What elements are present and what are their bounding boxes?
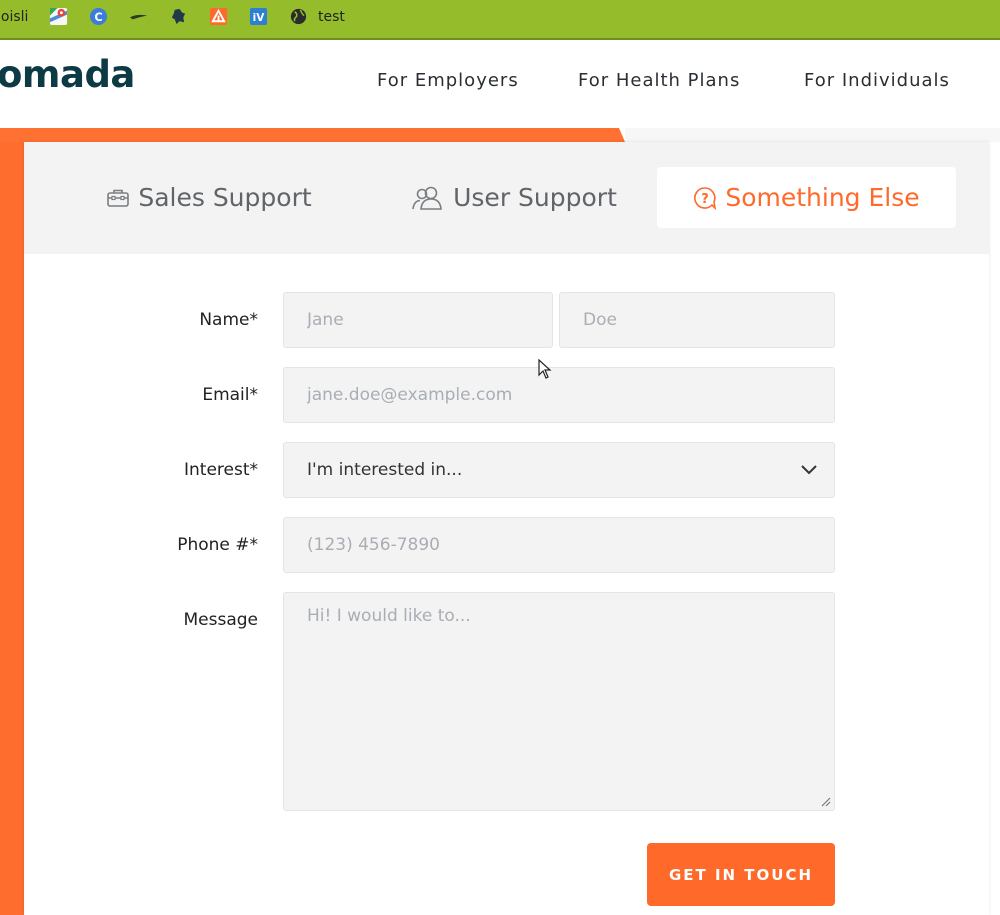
iv-icon[interactable]: iV (249, 7, 268, 26)
logo[interactable]: omada (0, 53, 135, 96)
interest-select[interactable]: I'm interested in... (283, 442, 835, 498)
svg-text:C: C (94, 10, 102, 24)
first-name-input[interactable] (307, 310, 552, 330)
bookmark-partial[interactable]: loisli (0, 7, 28, 27)
svg-text:iV: iV (253, 12, 266, 24)
get-in-touch-button[interactable]: GET IN TOUCH (647, 843, 835, 906)
resize-handle-icon[interactable] (820, 796, 831, 807)
tab-sales-label: Sales Support (138, 183, 312, 212)
name-label: Name* (199, 310, 258, 330)
email-input[interactable] (307, 385, 834, 405)
chevron-down-icon (801, 465, 817, 475)
orange-accent-top (0, 128, 625, 142)
interest-label: Interest* (183, 460, 258, 480)
nav-health-plans[interactable]: For Health Plans (578, 70, 740, 91)
bookmark-test[interactable]: test (318, 7, 345, 27)
c-circle-icon[interactable]: C (89, 7, 108, 26)
users-icon (412, 186, 442, 210)
tab-user-support[interactable]: User Support (379, 167, 649, 228)
last-name-field[interactable] (559, 292, 835, 348)
email-field[interactable] (283, 367, 835, 423)
first-name-field[interactable] (283, 292, 553, 348)
tab-something-else[interactable]: ? Something Else (657, 167, 956, 228)
svg-text:?: ? (702, 192, 710, 207)
orange-accent-left (0, 128, 24, 915)
bird-icon[interactable] (129, 7, 148, 26)
contact-card: Sales Support User Support ? Something E… (24, 142, 989, 915)
email-label: Email* (202, 385, 258, 405)
bug-icon[interactable] (169, 7, 188, 26)
tab-bar: Sales Support User Support ? Something E… (24, 142, 989, 254)
phone-label: Phone #* (177, 535, 258, 555)
phone-field[interactable] (283, 517, 835, 573)
last-name-input[interactable] (583, 310, 834, 330)
tab-something-else-label: Something Else (725, 183, 920, 212)
nav-employers[interactable]: For Employers (377, 70, 519, 91)
bookmarks-bar: loisli C iV test (0, 0, 1000, 40)
tab-user-label: User Support (453, 183, 617, 212)
message-field[interactable] (283, 592, 835, 811)
tab-sales-support[interactable]: Sales Support (84, 167, 334, 228)
mouse-cursor-icon (538, 359, 552, 379)
page-background (625, 128, 1000, 142)
interest-value: I'm interested in... (307, 460, 463, 480)
question-bubble-icon: ? (694, 186, 717, 210)
message-textarea[interactable] (307, 606, 834, 796)
briefcase-icon (107, 189, 130, 207)
globe-icon[interactable] (289, 7, 308, 26)
message-label: Message (183, 610, 258, 630)
site-header: omada For Employers For Health Plans For… (0, 40, 1000, 128)
hubspot-icon[interactable] (209, 7, 228, 26)
phone-input[interactable] (307, 535, 834, 555)
nav-individuals[interactable]: For Individuals (804, 70, 950, 91)
maps-icon[interactable] (49, 7, 68, 26)
